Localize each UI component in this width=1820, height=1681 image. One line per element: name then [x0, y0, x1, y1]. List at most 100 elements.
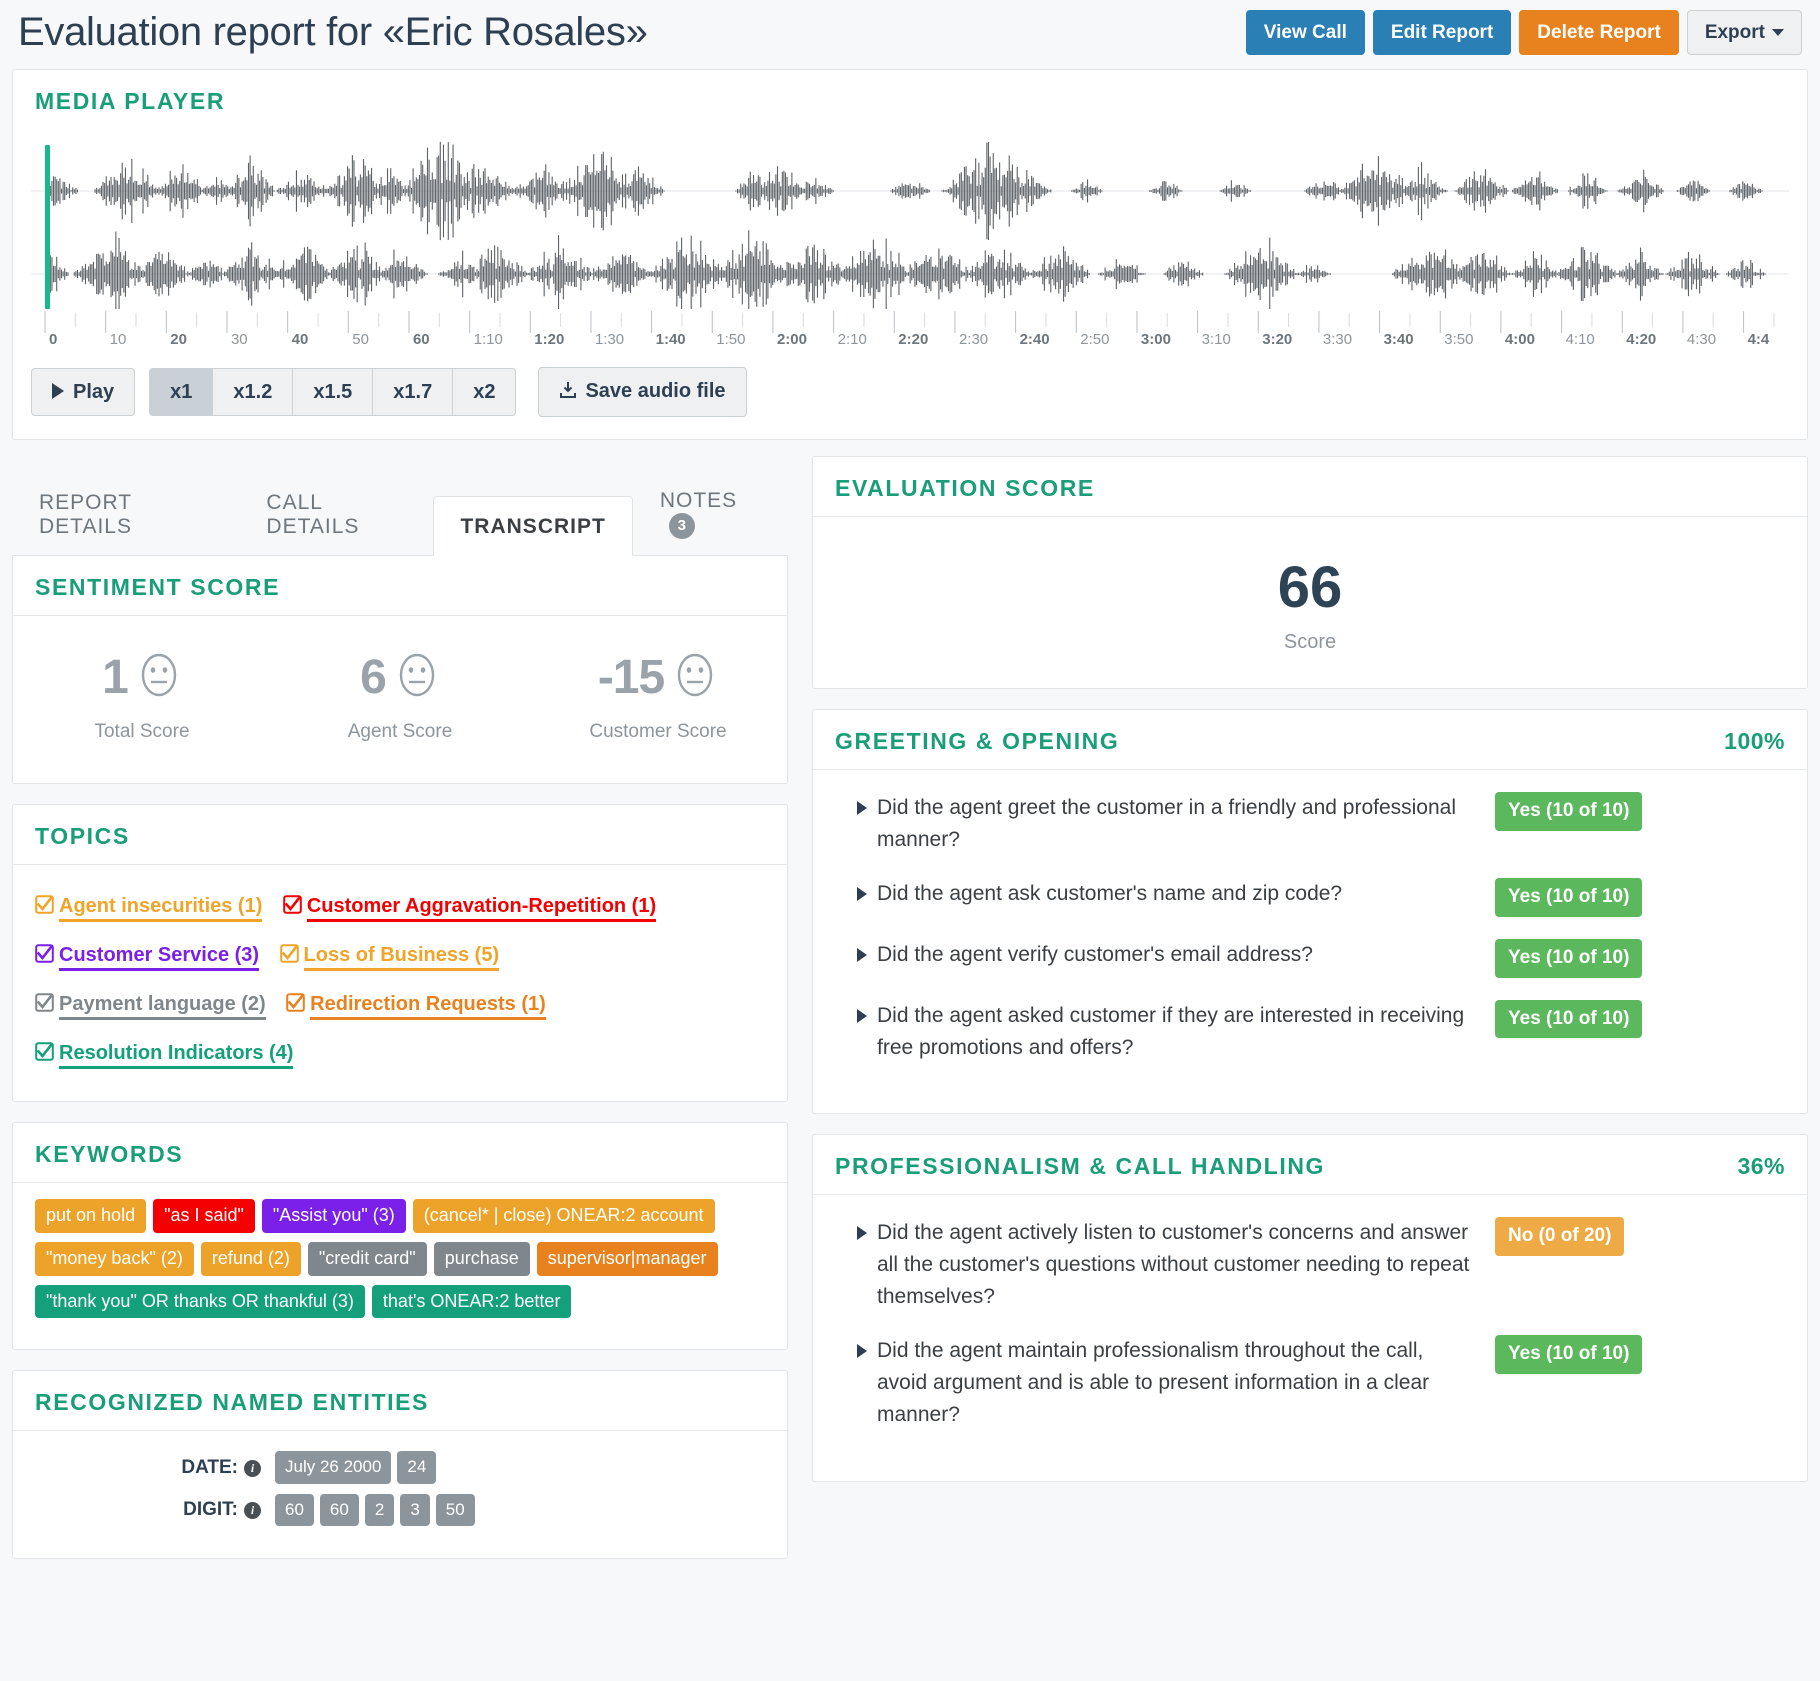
tab-report-details[interactable]: Report Details — [12, 472, 239, 556]
checkbox-checked-icon[interactable] — [279, 934, 299, 981]
right-column: Evaluation Score 66 Score Greeting & Ope… — [800, 456, 1820, 1502]
playhead-marker[interactable] — [45, 145, 50, 309]
checkbox-checked-icon[interactable] — [35, 885, 54, 932]
tab-label: Call Details — [266, 491, 360, 538]
evaluation-score-card: Evaluation Score 66 Score — [812, 456, 1808, 689]
export-button[interactable]: Export — [1686, 10, 1802, 55]
keyword-tag[interactable]: purchase — [433, 1241, 530, 1276]
evaluation-question-result-badge: Yes (10 of 10) — [1495, 999, 1643, 1039]
evaluation-question-result-badge: Yes (10 of 10) — [1495, 877, 1643, 917]
info-icon[interactable]: i — [244, 1501, 261, 1519]
sentiment-score-header: Sentiment Score — [13, 556, 787, 616]
keyword-tag[interactable]: that's ONEAR:2 better — [371, 1284, 572, 1319]
evaluation-score-title: Evaluation Score — [835, 475, 1095, 501]
waveform-area[interactable] — [13, 129, 1807, 309]
entity-tag[interactable]: July 26 2000 — [275, 1451, 392, 1484]
speed-button-x1-7[interactable]: x1.7 — [372, 368, 454, 416]
speed-button-x2[interactable]: x2 — [452, 368, 517, 416]
checkbox-checked-icon[interactable] — [35, 983, 54, 1030]
ruler-tick-label: 3:50 — [1444, 331, 1474, 348]
speed-button-x1[interactable]: x1 — [149, 368, 214, 416]
entity-tag[interactable]: 24 — [397, 1451, 437, 1484]
keyword-tag[interactable]: (cancel* | close) ONEAR:2 account — [412, 1199, 715, 1233]
topics-header: Topics — [13, 805, 787, 865]
evaluation-section-percent: 100% — [1724, 728, 1785, 754]
topic-item[interactable]: Redirection Requests (1) — [286, 993, 546, 1020]
speed-button-x1-5[interactable]: x1.5 — [292, 368, 374, 416]
entity-tag[interactable]: 2 — [364, 1493, 395, 1527]
ruler-tick-label: 2:40 — [1019, 331, 1050, 348]
keywords-card: Keywords put on hold "as I said" "Assist y… — [12, 1122, 788, 1351]
expand-arrow-icon[interactable] — [857, 886, 867, 901]
entity-tag[interactable]: 60 — [275, 1493, 314, 1527]
info-icon[interactable]: i — [244, 1459, 261, 1477]
speed-button-x1-2[interactable]: x1.2 — [212, 368, 294, 416]
checkbox-checked-icon[interactable] — [283, 885, 302, 932]
evaluation-section-percent: 36% — [1737, 1153, 1785, 1180]
sentiment-item: 1 Total Score — [13, 650, 271, 743]
tab-call-details[interactable]: Call Details — [239, 472, 433, 556]
sentiment-item: 6 Agent Score — [271, 650, 529, 743]
topic-item[interactable]: Agent insecurities (1) — [35, 895, 263, 922]
entity-tag[interactable]: 50 — [435, 1493, 475, 1527]
topic-label: Resolution Indicators (4) — [59, 1042, 294, 1069]
tab-notes[interactable]: Notes3 — [633, 470, 788, 556]
keyword-tag[interactable]: refund (2) — [200, 1241, 301, 1276]
edit-report-button[interactable]: Edit Report — [1372, 10, 1512, 55]
entity-row: DATE: i July 26 2000 24 — [35, 1451, 765, 1484]
save-audio-label: Save audio file — [585, 380, 726, 402]
keyword-tag[interactable]: "credit card" — [307, 1241, 427, 1276]
entity-values: July 26 2000 24 — [275, 1451, 437, 1484]
save-audio-button[interactable]: Save audio file — [538, 367, 747, 417]
waveform[interactable] — [31, 139, 1789, 309]
entity-tag[interactable]: 60 — [319, 1493, 359, 1527]
timeline-ruler[interactable]: 0 10 20 30 40 50 60 1:10 1:20 1:30 1:40 1:50 2:00 2:1… — [31, 311, 1789, 351]
ruler-tick-label: 2:30 — [958, 331, 989, 348]
keyword-tag[interactable]: "Assist you" (3) — [261, 1199, 406, 1233]
expand-arrow-icon[interactable] — [857, 1344, 867, 1359]
evaluation-question-text: Did the agent asked customer if they are… — [877, 1003, 1465, 1059]
keyword-tag[interactable]: "thank you" OR thanks OR thankful (3) — [35, 1284, 365, 1319]
keyword-tag[interactable]: put on hold — [35, 1199, 147, 1233]
sentiment-label: Agent Score — [347, 721, 453, 742]
expand-arrow-icon[interactable] — [857, 947, 867, 962]
ruler-tick-label: 10 — [109, 331, 127, 348]
checkbox-checked-icon[interactable] — [286, 983, 305, 1030]
entity-label-text: DIGIT: — [183, 1498, 238, 1520]
evaluation-score-header: Evaluation Score — [813, 457, 1807, 517]
tab-transcript[interactable]: Transcript — [433, 496, 633, 556]
tab-label: Report Details — [39, 491, 132, 538]
evaluation-section-header: Professionalism & Call Handling 36% — [813, 1135, 1807, 1196]
topic-item[interactable]: Payment language (2) — [35, 993, 266, 1020]
checkbox-checked-icon[interactable] — [35, 1032, 54, 1079]
keyword-tag[interactable]: supervisor|manager — [536, 1241, 718, 1276]
ruler-tick-label: 20 — [170, 331, 187, 348]
play-button[interactable]: Play — [31, 368, 136, 416]
ruler-tick-label: 4:00 — [1504, 331, 1535, 348]
keyword-tag[interactable]: "money back" (2) — [35, 1241, 194, 1276]
keyword-tag[interactable]: "as I said" — [153, 1199, 255, 1233]
edit-report-button-label: Edit Report — [1390, 22, 1494, 43]
expand-arrow-icon[interactable] — [857, 1226, 867, 1241]
checkbox-checked-icon[interactable] — [35, 934, 54, 981]
sentiment-score-card: Sentiment Score 1 Total Score 6 Agent Score… — [12, 556, 788, 784]
topic-label: Agent insecurities (1) — [59, 895, 263, 922]
evaluation-question-list: Did the agent greet the customer in a fr… — [813, 770, 1807, 1113]
expand-arrow-icon[interactable] — [857, 801, 867, 815]
ruler-tick-label: 4:30 — [1686, 331, 1717, 348]
evaluation-question-text: Did the agent actively listen to custome… — [877, 1221, 1470, 1309]
evaluation-question-result-badge: Yes (10 of 10) — [1495, 938, 1643, 978]
entity-tag[interactable]: 3 — [400, 1493, 430, 1527]
expand-arrow-icon[interactable] — [857, 1008, 867, 1023]
ruler-ticks — [44, 311, 1775, 333]
topic-item[interactable]: Loss of Business (5) — [279, 944, 500, 971]
sentiment-score-title: Sentiment Score — [35, 574, 281, 600]
evaluation-score-body: 66 Score — [813, 517, 1807, 688]
topic-item[interactable]: Customer Service (3) — [35, 944, 260, 971]
evaluation-score-value: 66 — [1277, 555, 1343, 620]
evaluation-question-row: Did the agent maintain professionalism t… — [835, 1335, 1785, 1431]
delete-report-button[interactable]: Delete Report — [1519, 10, 1679, 55]
topic-item[interactable]: Customer Aggravation-Repetition (1) — [283, 895, 657, 922]
topic-item[interactable]: Resolution Indicators (4) — [35, 1042, 294, 1069]
view-call-button[interactable]: View Call — [1245, 10, 1365, 55]
